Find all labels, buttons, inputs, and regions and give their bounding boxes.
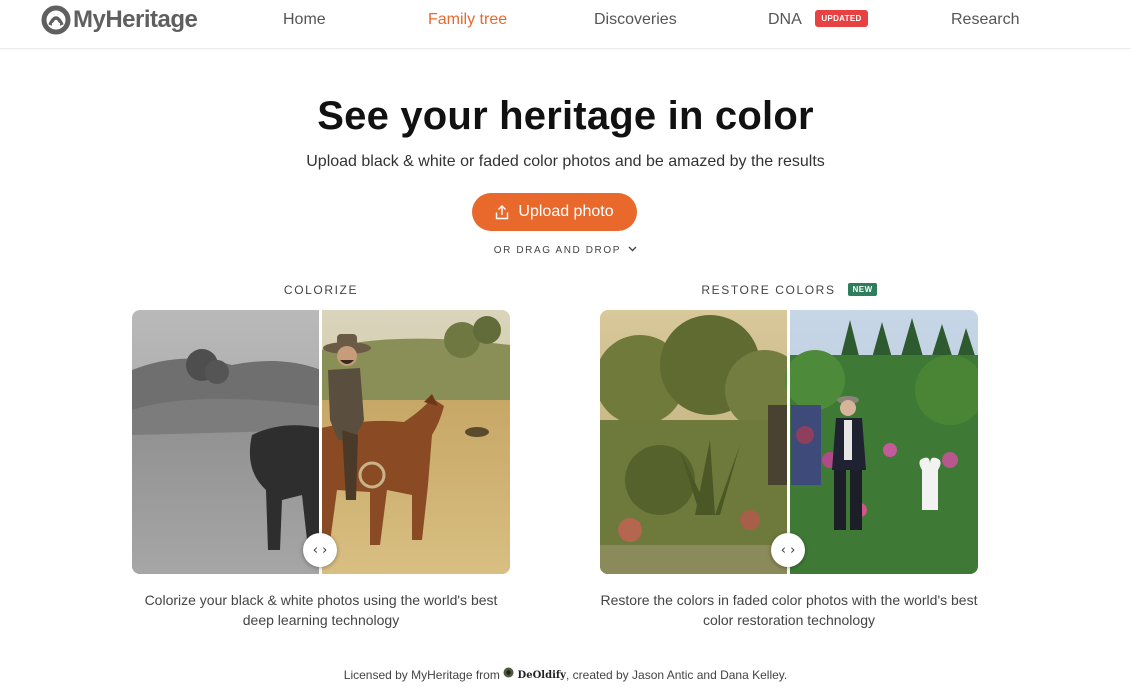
deoldify-link[interactable]: DeOldify bbox=[503, 666, 566, 684]
page-subtitle: Upload black & white or faded color phot… bbox=[306, 153, 825, 170]
upload-photo-label: Upload photo bbox=[518, 203, 614, 220]
nav-family-tree-label: Family tree bbox=[428, 11, 508, 28]
myheritage-logo[interactable]: MyHeritage bbox=[41, 5, 198, 35]
colorize-label: COLORIZE bbox=[283, 283, 359, 297]
colorize-heading: COLORIZE bbox=[132, 283, 510, 297]
nav-home[interactable]: Home bbox=[283, 10, 326, 30]
nav-discoveries[interactable]: Discoveries bbox=[594, 10, 677, 30]
upload-icon bbox=[496, 204, 509, 219]
nav-discoveries-label: Discoveries bbox=[594, 11, 677, 28]
nav-home-label: Home bbox=[283, 11, 326, 28]
colorize-caption: Colorize your black & white photos using… bbox=[144, 592, 498, 628]
comparison-slider-handle[interactable]: ‹ › bbox=[303, 533, 337, 567]
restore-comparison-image[interactable]: ‹ › bbox=[600, 310, 978, 574]
logo-text: MyHeritage bbox=[73, 6, 198, 33]
license-prefix: Licensed by MyHeritage from bbox=[343, 668, 500, 682]
chevron-down-icon bbox=[628, 246, 637, 252]
upload-photo-button[interactable]: Upload photo bbox=[472, 193, 637, 231]
restore-colors-heading: RESTORE COLORS NEW bbox=[600, 282, 978, 297]
nav-family-tree[interactable]: Family tree bbox=[428, 10, 507, 30]
colorize-comparison-image[interactable]: ‹ › bbox=[132, 310, 510, 574]
nav-research[interactable]: Research bbox=[951, 10, 1019, 30]
deoldify-brand: DeOldify bbox=[517, 669, 566, 681]
drag-and-drop-label: OR DRAG AND DROP bbox=[493, 245, 621, 256]
updated-badge: UPDATED bbox=[815, 9, 868, 27]
drag-and-drop-toggle[interactable]: OR DRAG AND DROP bbox=[0, 245, 1131, 257]
slider-arrows-icon: ‹ › bbox=[312, 542, 328, 558]
license-footer: Licensed by MyHeritage from DeOldify, cr… bbox=[0, 667, 1131, 684]
nav-dna-label: DNA bbox=[768, 11, 801, 28]
deoldify-logo-icon bbox=[503, 667, 514, 678]
top-navigation: MyHeritage Home Family tree Discoveries … bbox=[0, 0, 1131, 49]
restore-colors-label: RESTORE COLORS bbox=[701, 283, 836, 297]
license-suffix: , created by Jason Antic and Dana Kelley… bbox=[565, 668, 788, 682]
page-title: See your heritage in color bbox=[317, 94, 814, 138]
myheritage-logo-icon bbox=[41, 5, 71, 35]
nav-dna[interactable]: DNA UPDATED bbox=[768, 9, 868, 30]
nav-research-label: Research bbox=[951, 11, 1020, 28]
restore-comparison-slider-handle[interactable]: ‹ › bbox=[771, 533, 805, 567]
slider-arrows-icon: ‹ › bbox=[780, 542, 796, 558]
new-badge: NEW bbox=[848, 282, 877, 296]
restore-colors-caption: Restore the colors in faded color photos… bbox=[600, 592, 978, 628]
